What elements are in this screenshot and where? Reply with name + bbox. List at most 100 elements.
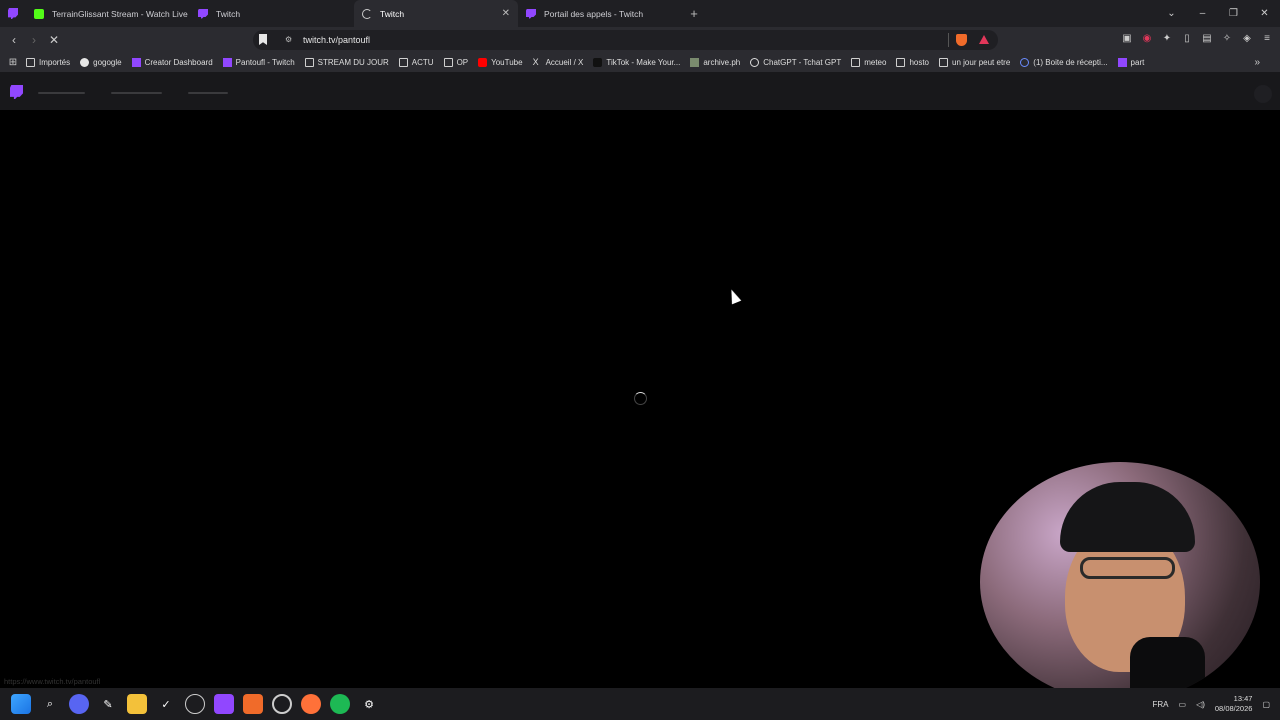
- twitch-icon: [1117, 58, 1127, 67]
- streamer-glasses: [1080, 557, 1175, 579]
- discord-icon[interactable]: [69, 694, 89, 714]
- notifications-icon[interactable]: ▢: [1262, 700, 1270, 709]
- tab-twitch[interactable]: Twitch: [190, 0, 354, 27]
- bookmark-label: gogogle: [93, 58, 122, 67]
- youtube-icon: [478, 58, 488, 67]
- avatar[interactable]: [1254, 85, 1272, 103]
- tab-portail-des-appels[interactable]: Portail des appels - Twitch: [518, 0, 682, 27]
- tab-twitch-active[interactable]: Twitch ✕: [354, 0, 518, 27]
- brave-rewards-icon[interactable]: [979, 35, 989, 44]
- bookmark-meteo[interactable]: meteo: [851, 58, 886, 67]
- bookmark-label: Creator Dashboard: [144, 58, 213, 67]
- sidebar-icon[interactable]: ▯: [1180, 33, 1194, 44]
- bookmark-stream-du-jour[interactable]: STREAM DU JOUR: [304, 58, 389, 67]
- extension-icon[interactable]: ▣: [1120, 33, 1134, 44]
- forward-icon[interactable]: ›: [24, 33, 44, 47]
- browser-toolbar: ‹ › ✕ ⚙ twitch.tv/pantoufl ▣ ◉ ✦ ▯ ▤ ✧ ◈…: [0, 27, 1280, 53]
- clock-time: 13:47: [1233, 694, 1253, 703]
- bookmark-op[interactable]: OP: [443, 58, 469, 67]
- stop-loading-icon[interactable]: ✕: [44, 33, 64, 47]
- bookmark-chatgpt[interactable]: ChatGPT - Tchat GPT: [750, 58, 841, 67]
- bookmark-x[interactable]: X Accueil / X: [532, 57, 584, 68]
- bookmark-hosto[interactable]: hosto: [896, 58, 929, 67]
- bookmark-boite-de-reception[interactable]: (1) Boite de récepti...: [1020, 58, 1108, 67]
- extension-icon[interactable]: ◉: [1140, 33, 1154, 44]
- apps-icon[interactable]: ⊞: [0, 57, 26, 68]
- spotify-icon[interactable]: [330, 694, 350, 714]
- kick-icon: [34, 8, 44, 19]
- mouse-cursor: [726, 287, 742, 305]
- puzzle-icon[interactable]: ✦: [1160, 33, 1174, 44]
- bookmark-actu[interactable]: ACTU: [398, 58, 434, 67]
- more-bookmarks-icon[interactable]: »: [1254, 57, 1260, 68]
- bookmark-pantoufl[interactable]: Pantoufl - Twitch: [222, 58, 295, 67]
- bookmark-icon[interactable]: [259, 34, 267, 45]
- chatgpt-icon[interactable]: [185, 694, 205, 714]
- file-explorer-icon[interactable]: [127, 694, 147, 714]
- bookmark-label: meteo: [864, 58, 887, 67]
- minimize-icon[interactable]: –: [1187, 8, 1218, 19]
- vpn-icon[interactable]: ◈: [1240, 33, 1254, 44]
- url-text[interactable]: twitch.tv/pantoufl: [303, 35, 370, 45]
- close-tab-icon[interactable]: ✕: [502, 8, 510, 19]
- wallet-icon[interactable]: ▤: [1200, 33, 1214, 44]
- close-window-icon[interactable]: ✕: [1249, 8, 1280, 19]
- bookmark-label: ChatGPT - Tchat GPT: [763, 58, 842, 67]
- windows-start-icon[interactable]: [11, 694, 31, 714]
- folder-icon: [939, 58, 949, 67]
- new-tab-button[interactable]: +: [682, 6, 706, 21]
- search-icon[interactable]: ⌕: [40, 694, 60, 714]
- chatgpt-icon: [750, 58, 760, 67]
- twitch-icon: [131, 58, 141, 67]
- bookmark-youtube[interactable]: YouTube: [478, 58, 523, 67]
- system-tray: FRA ▭ ◁) 13:47 08/08/2026 ▢: [1153, 688, 1271, 720]
- volume-icon[interactable]: ◁): [1196, 700, 1205, 709]
- language-indicator[interactable]: FRA: [1153, 700, 1169, 709]
- bookmark-label: YouTube: [491, 58, 523, 67]
- bookmark-importes[interactable]: Importés: [26, 58, 70, 67]
- bookmark-label: archive.ph: [703, 58, 741, 67]
- mail-icon: [1020, 58, 1030, 67]
- restore-icon[interactable]: ❐: [1218, 8, 1249, 19]
- site-info-icon[interactable]: ⚙: [285, 35, 292, 44]
- bookmark-archive[interactable]: archive.ph: [690, 58, 740, 67]
- bookmark-part[interactable]: part: [1117, 58, 1145, 67]
- bookmark-creator-dashboard[interactable]: Creator Dashboard: [131, 58, 213, 67]
- brave-icon[interactable]: [243, 694, 263, 714]
- brave-shield-icon[interactable]: [956, 34, 967, 46]
- tab-search-icon[interactable]: ⌄: [1156, 8, 1187, 19]
- taskbar: ⌕ ✎ ✓ ⚙ FRA ▭ ◁) 13:47 08/08/2026 ▢: [0, 688, 1280, 720]
- network-icon[interactable]: ▭: [1179, 700, 1187, 709]
- streamer-beanie: [1060, 482, 1195, 552]
- pen-icon[interactable]: ✎: [98, 694, 118, 714]
- bookmark-un-jour-peut-etre[interactable]: un jour peut etre: [939, 58, 1010, 67]
- bookmark-tiktok[interactable]: TikTok - Make Your...: [593, 58, 680, 67]
- bookmark-label: STREAM DU JOUR: [317, 58, 389, 67]
- steam-icon[interactable]: ✓: [156, 694, 176, 714]
- x-icon: X: [532, 57, 539, 67]
- bookmark-gogogle[interactable]: gogogle: [80, 58, 122, 67]
- divider: [948, 33, 949, 47]
- firefox-icon[interactable]: [301, 694, 321, 714]
- twitch-top-nav: [0, 73, 1280, 110]
- address-bar[interactable]: ⚙ twitch.tv/pantoufl: [253, 30, 998, 50]
- bookmark-label: OP: [456, 58, 469, 67]
- bookmark-label: part: [1130, 58, 1145, 67]
- webcam-overlay: [980, 462, 1260, 702]
- clock[interactable]: 13:47 08/08/2026: [1215, 694, 1253, 714]
- leo-icon[interactable]: ✧: [1220, 33, 1234, 44]
- twitch-icon: [526, 8, 536, 19]
- nav-skeleton: [111, 92, 162, 94]
- bookmark-label: Pantoufl - Twitch: [235, 58, 295, 67]
- obs-icon[interactable]: [272, 694, 292, 714]
- browser-menu-button[interactable]: [0, 0, 26, 27]
- twitch-app-icon[interactable]: [214, 694, 234, 714]
- twitch-icon: [8, 8, 18, 19]
- twitch-logo-icon[interactable]: [10, 85, 23, 99]
- tab-terrainglissant[interactable]: TerrainGlissant Stream - Watch Live o: [26, 0, 190, 27]
- nav-skeleton: [38, 92, 85, 94]
- back-icon[interactable]: ‹: [4, 33, 24, 47]
- menu-icon[interactable]: ≡: [1260, 33, 1274, 44]
- settings-icon[interactable]: ⚙: [359, 694, 379, 714]
- status-bar-url: https://www.twitch.tv/pantoufl: [4, 677, 101, 686]
